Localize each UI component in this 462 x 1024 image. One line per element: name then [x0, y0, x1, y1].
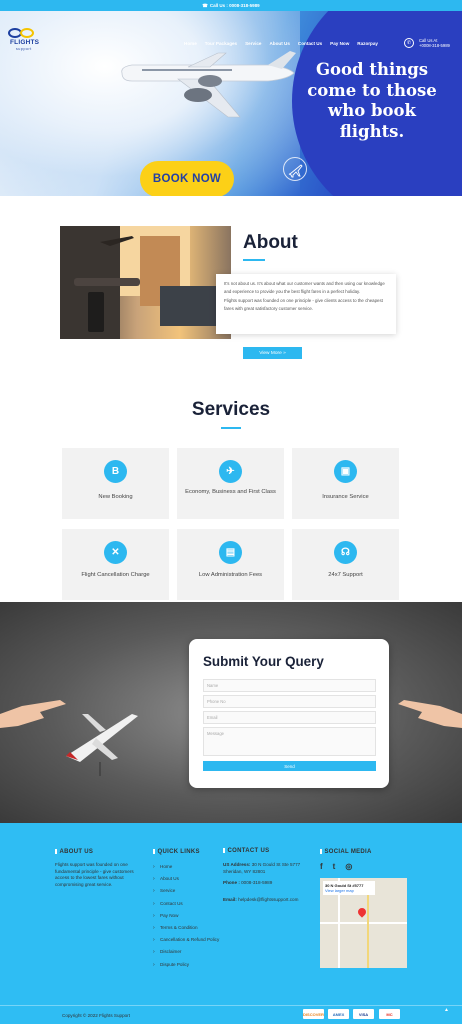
- amex-card-icon: AMEX: [328, 1009, 349, 1019]
- footer-email: Email: helpdesk@flightssupport.com: [223, 897, 318, 904]
- address-label: US Address:: [223, 862, 251, 867]
- footer-link-terms[interactable]: Terms & Condition: [153, 925, 223, 932]
- topbar-call-text[interactable]: Call Us : 0008-318-5989: [210, 3, 260, 8]
- footer-address: US Address: 30 N Gould St Ste 5777 Sheri…: [223, 862, 313, 875]
- nav-razorpay[interactable]: Razorpay: [357, 41, 378, 46]
- about-divider: [243, 259, 265, 261]
- map-road: [320, 922, 407, 924]
- send-button[interactable]: Send: [203, 761, 376, 771]
- location-map[interactable]: 30 N Gould St #5777 View larger map: [320, 878, 407, 968]
- headset-icon: ☊: [334, 541, 357, 564]
- email-field[interactable]: Email: [203, 711, 376, 724]
- footer-link-service[interactable]: Service: [153, 888, 223, 895]
- phone-icon: ☎: [202, 2, 208, 8]
- service-card-new-booking[interactable]: B New Booking: [62, 448, 169, 519]
- query-title: Submit Your Query: [203, 654, 324, 669]
- map-label: 30 N Gould St #5777 View larger map: [323, 881, 375, 895]
- hero-banner: FLIGHTS support Home Tour Packages Servi…: [0, 11, 462, 196]
- service-label: New Booking: [98, 494, 133, 500]
- service-card-support[interactable]: ☊ 24x7 Support: [292, 529, 399, 600]
- scroll-to-top-icon[interactable]: ▲: [444, 1007, 449, 1013]
- footer-link-home[interactable]: Home: [153, 864, 223, 871]
- copyright-text: Copyright © 2022 Flights Support: [62, 1013, 130, 1018]
- logo-subtitle: support: [16, 47, 32, 51]
- card-icon: ▤: [219, 541, 242, 564]
- service-card-insurance[interactable]: ▣ Insurance Service: [292, 448, 399, 519]
- service-label: 24x7 Support: [328, 572, 363, 578]
- twitter-icon[interactable]: t: [333, 862, 336, 871]
- mastercard-icon: MC: [379, 1009, 400, 1019]
- cancel-icon: ✕: [104, 541, 127, 564]
- site-logo[interactable]: FLIGHTS support: [6, 26, 46, 54]
- header-call-us[interactable]: ✆ Call Us At +0008-318-5989: [404, 38, 456, 52]
- service-label: Insurance Service: [322, 494, 369, 500]
- airplane-icon: ✈: [219, 460, 242, 483]
- footer-social-title: SOCIAL MEDIA: [320, 849, 372, 855]
- map-pin-icon: [356, 906, 368, 918]
- name-field[interactable]: Name: [203, 679, 376, 692]
- facebook-icon[interactable]: f: [320, 862, 323, 871]
- services-divider: [221, 427, 241, 429]
- phone-field[interactable]: Phone No: [203, 695, 376, 708]
- view-more-button[interactable]: View More »: [243, 347, 302, 359]
- service-card-cancellation[interactable]: ✕ Flight Cancellation Charge: [62, 529, 169, 600]
- service-label: Low Administration Fees: [198, 572, 263, 578]
- social-icons: f t ◎: [320, 862, 352, 871]
- service-card-low-fees[interactable]: ▤ Low Administration Fees: [177, 529, 284, 600]
- nav-pay-now[interactable]: Pay Now: [330, 41, 349, 46]
- phone-value[interactable]: 0008-318-5989: [241, 880, 272, 885]
- footer-phone: Phone : 0008-318-5989: [223, 880, 313, 887]
- hero-headline: Good things come to those who book fligh…: [307, 60, 437, 141]
- about-text-2: Flights support was founded on one princ…: [224, 297, 383, 312]
- email-value[interactable]: helpdesk@flightssupport.com: [238, 897, 298, 902]
- instagram-icon[interactable]: ◎: [345, 862, 352, 871]
- footer-link-cancellation[interactable]: Cancellation & Refund Policy: [153, 937, 223, 944]
- footer-link-contact[interactable]: Contact Us: [153, 901, 223, 908]
- map-larger-link[interactable]: View larger map: [325, 888, 373, 893]
- main-nav: Home Tour Packages Service About Us Cont…: [184, 41, 378, 46]
- about-title: About: [243, 232, 298, 253]
- nav-home[interactable]: Home: [184, 41, 197, 46]
- phone-icon: ✆: [404, 38, 414, 48]
- footer-link-pay-now[interactable]: Pay Now: [153, 913, 223, 920]
- nav-contact-us[interactable]: Contact Us: [298, 41, 322, 46]
- service-label: Flight Cancellation Charge: [81, 572, 150, 578]
- airplane-circle-icon: [283, 157, 307, 181]
- footer-link-about[interactable]: About Us: [153, 876, 223, 883]
- footer-contact-title: CONTACT US: [223, 848, 270, 854]
- footer-quick-links: Home About Us Service Contact Us Pay Now…: [153, 864, 223, 974]
- service-label: Economy, Business and First Class: [185, 489, 276, 495]
- email-label: Email:: [223, 897, 237, 902]
- logo-title: FLIGHTS: [10, 39, 40, 46]
- phone-label: Phone :: [223, 880, 240, 885]
- footer-about-text: Flights support was founded on one funda…: [55, 862, 134, 887]
- footer-about-title: ABOUT US: [55, 849, 93, 855]
- footer-links-title: QUICK LINKS: [153, 849, 200, 855]
- footer-link-dispute[interactable]: Dispute Policy: [153, 962, 223, 969]
- nav-service[interactable]: Service: [245, 41, 261, 46]
- logo-ring-yellow: [20, 28, 34, 38]
- booking-icon: B: [104, 460, 127, 483]
- about-text-1: It's not about us. It's about what our c…: [224, 281, 385, 295]
- topbar: ☎ Call Us : 0008-318-5989: [0, 0, 462, 11]
- briefcase-icon: ▣: [334, 460, 357, 483]
- book-now-button[interactable]: BOOK NOW: [140, 161, 234, 196]
- visa-card-icon: VISA: [353, 1009, 374, 1019]
- footer-link-disclaimer[interactable]: Disclaimer: [153, 949, 223, 956]
- about-image: [60, 226, 231, 339]
- services-title: Services: [191, 399, 271, 420]
- discover-card-icon: DISCOVER: [303, 1009, 324, 1019]
- call-number: +0008-318-5989: [419, 43, 450, 48]
- nav-tour-packages[interactable]: Tour Packages: [205, 41, 237, 46]
- map-highway: [367, 892, 369, 968]
- service-card-economy[interactable]: ✈ Economy, Business and First Class: [177, 448, 284, 519]
- about-card: It's not about us. It's about what our c…: [216, 274, 396, 334]
- message-field[interactable]: Message: [203, 727, 376, 756]
- nav-about-us[interactable]: About Us: [269, 41, 289, 46]
- airplane-image: [121, 51, 296, 118]
